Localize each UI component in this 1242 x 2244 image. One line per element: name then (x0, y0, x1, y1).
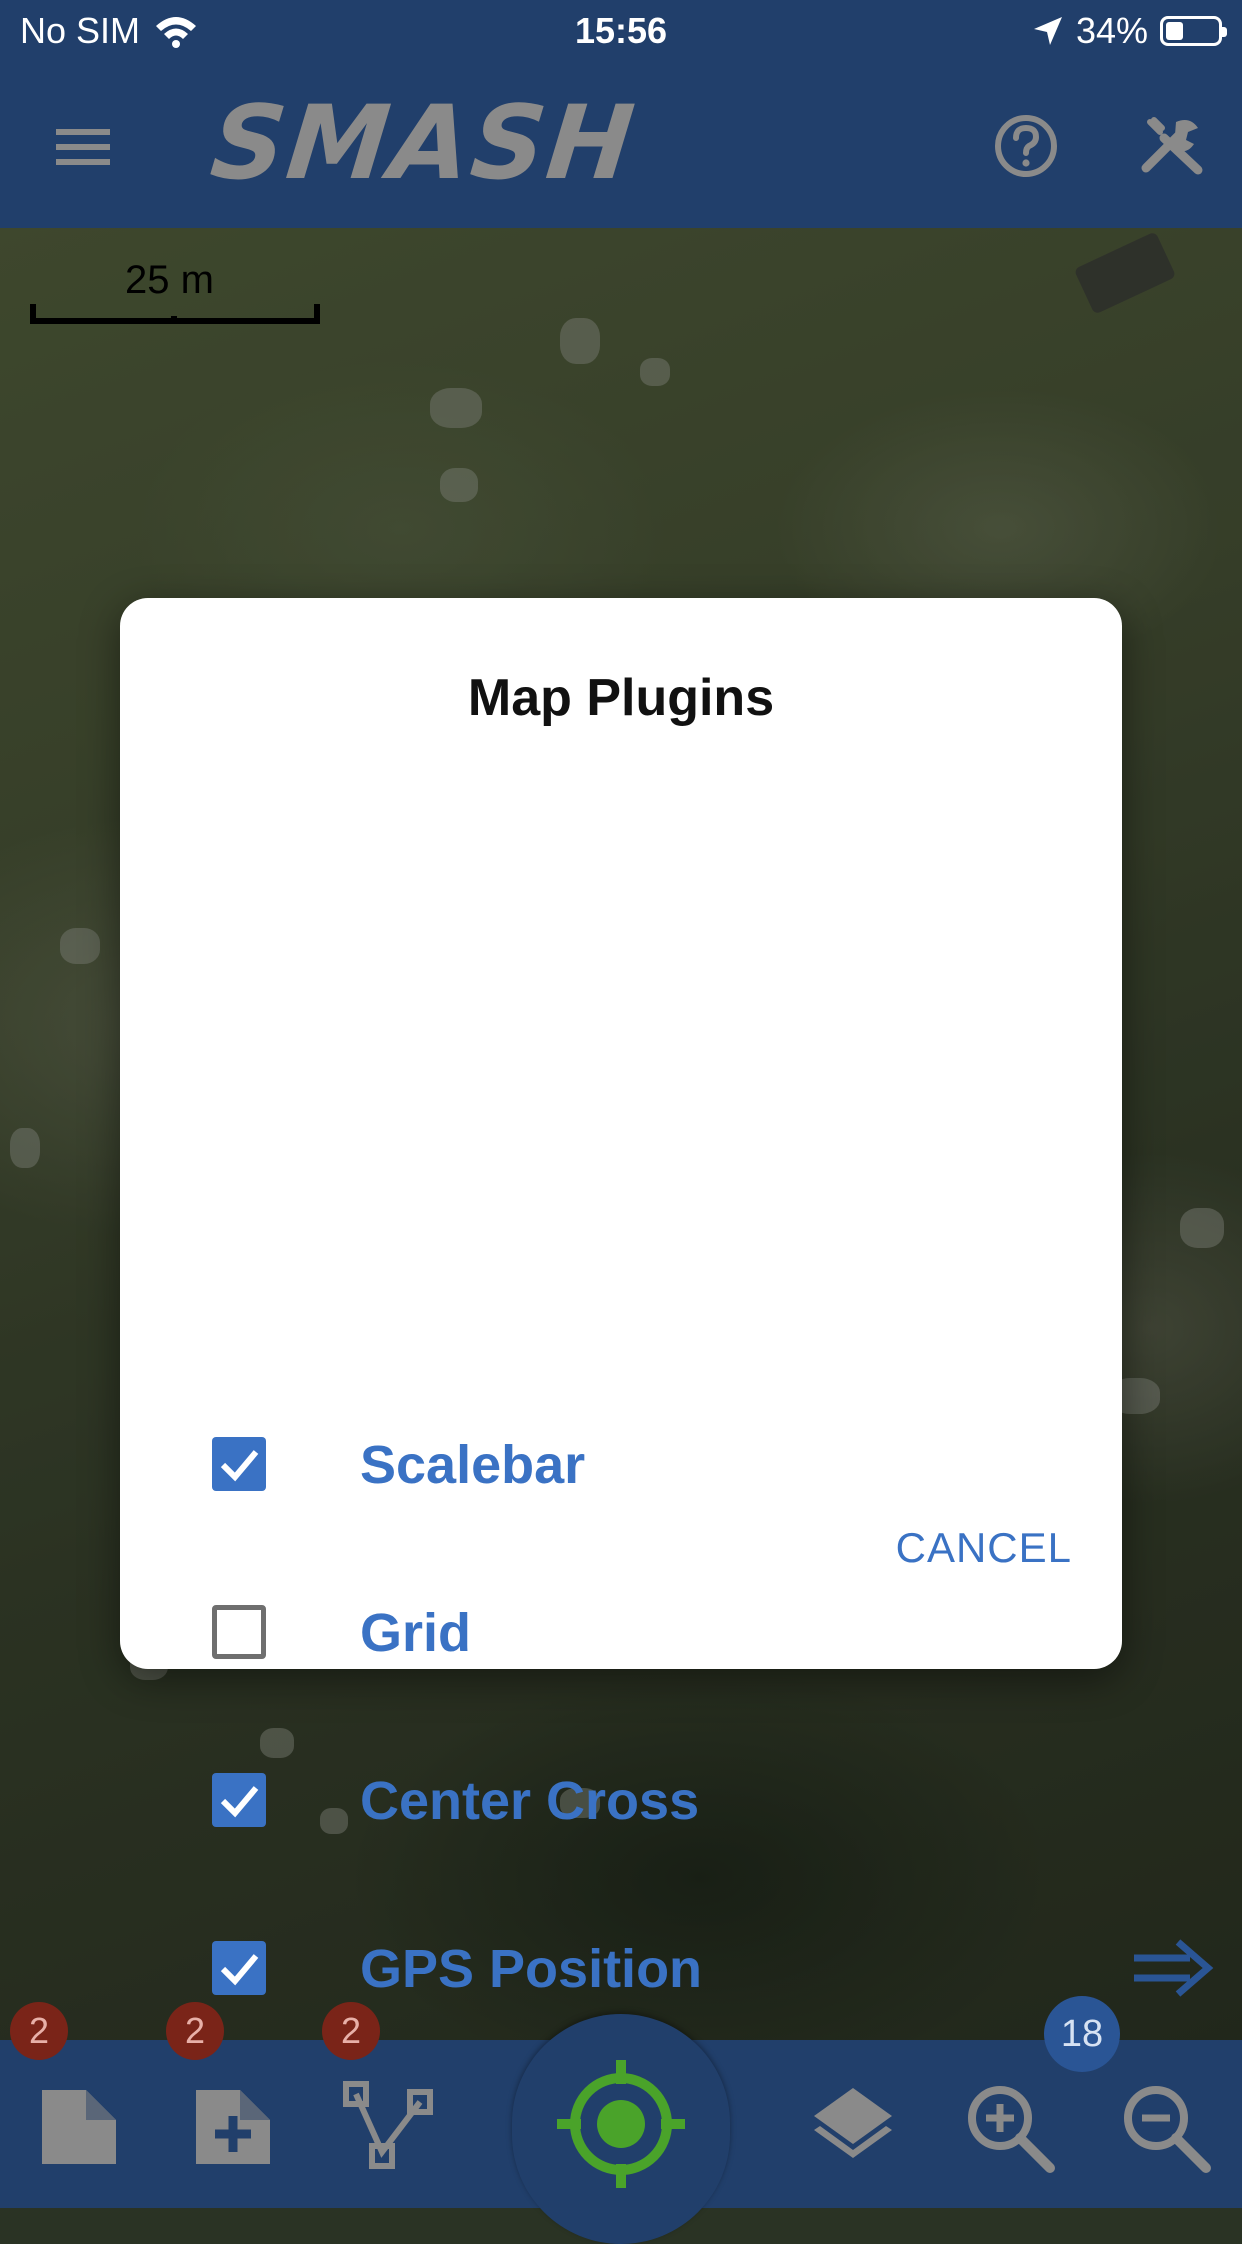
location-arrow-icon (1033, 17, 1062, 45)
battery-icon (1160, 16, 1227, 46)
map-plugins-dialog: Map Plugins Scalebar Grid Center Cross G… (120, 598, 1122, 1999)
option-row-center-cross[interactable]: Center Cross (120, 1740, 1122, 1860)
option-label: Scalebar (360, 1435, 586, 1495)
gps-logs-icon[interactable] (342, 2080, 436, 2174)
zoom-level-badge: 18 (1044, 1996, 1120, 2072)
scalebar-checkbox[interactable] (212, 1437, 266, 1491)
option-row-grid[interactable]: Grid (120, 1572, 1122, 1692)
app-bar: SMASH (0, 64, 1242, 228)
add-note-icon[interactable] (192, 2086, 274, 2168)
gps-target-icon[interactable] (555, 2058, 687, 2190)
option-row-gps-position[interactable]: GPS Position (120, 1908, 1122, 2028)
center-cross-checkbox[interactable] (212, 1773, 266, 1827)
scalebar-line (30, 304, 320, 324)
battery-percent: 34% (1075, 10, 1148, 51)
option-label: GPS Position (360, 1939, 703, 1999)
notes-icon[interactable] (38, 2086, 120, 2168)
battery-fill (1166, 22, 1183, 40)
menu-icon[interactable] (50, 114, 116, 180)
add-note-count-badge: 2 (166, 2002, 224, 2060)
option-label: Center Cross (360, 1771, 700, 1831)
map-scalebar: 25 m (30, 258, 320, 328)
layers-icon[interactable] (808, 2082, 898, 2172)
option-row-scalebar[interactable]: Scalebar (120, 1404, 1122, 1524)
zoom-in-icon[interactable] (962, 2080, 1058, 2176)
help-icon[interactable] (990, 110, 1062, 182)
grid-checkbox[interactable] (212, 1605, 266, 1659)
logs-count-badge: 2 (322, 2002, 380, 2060)
gps-position-checkbox[interactable] (212, 1941, 266, 1995)
app-logo: SMASH (205, 84, 641, 203)
dialog-title: Map Plugins (467, 669, 775, 727)
tools-icon[interactable] (1136, 110, 1208, 182)
cancel-button[interactable]: CANCEL (896, 1524, 1072, 1572)
double-arrow-right-icon[interactable] (1130, 1936, 1214, 2000)
zoom-out-icon[interactable] (1118, 2080, 1214, 2176)
status-bar: No SIM 15:56 34% (0, 0, 1242, 64)
option-label: Grid (360, 1603, 472, 1663)
notes-count-badge: 2 (10, 2002, 68, 2060)
